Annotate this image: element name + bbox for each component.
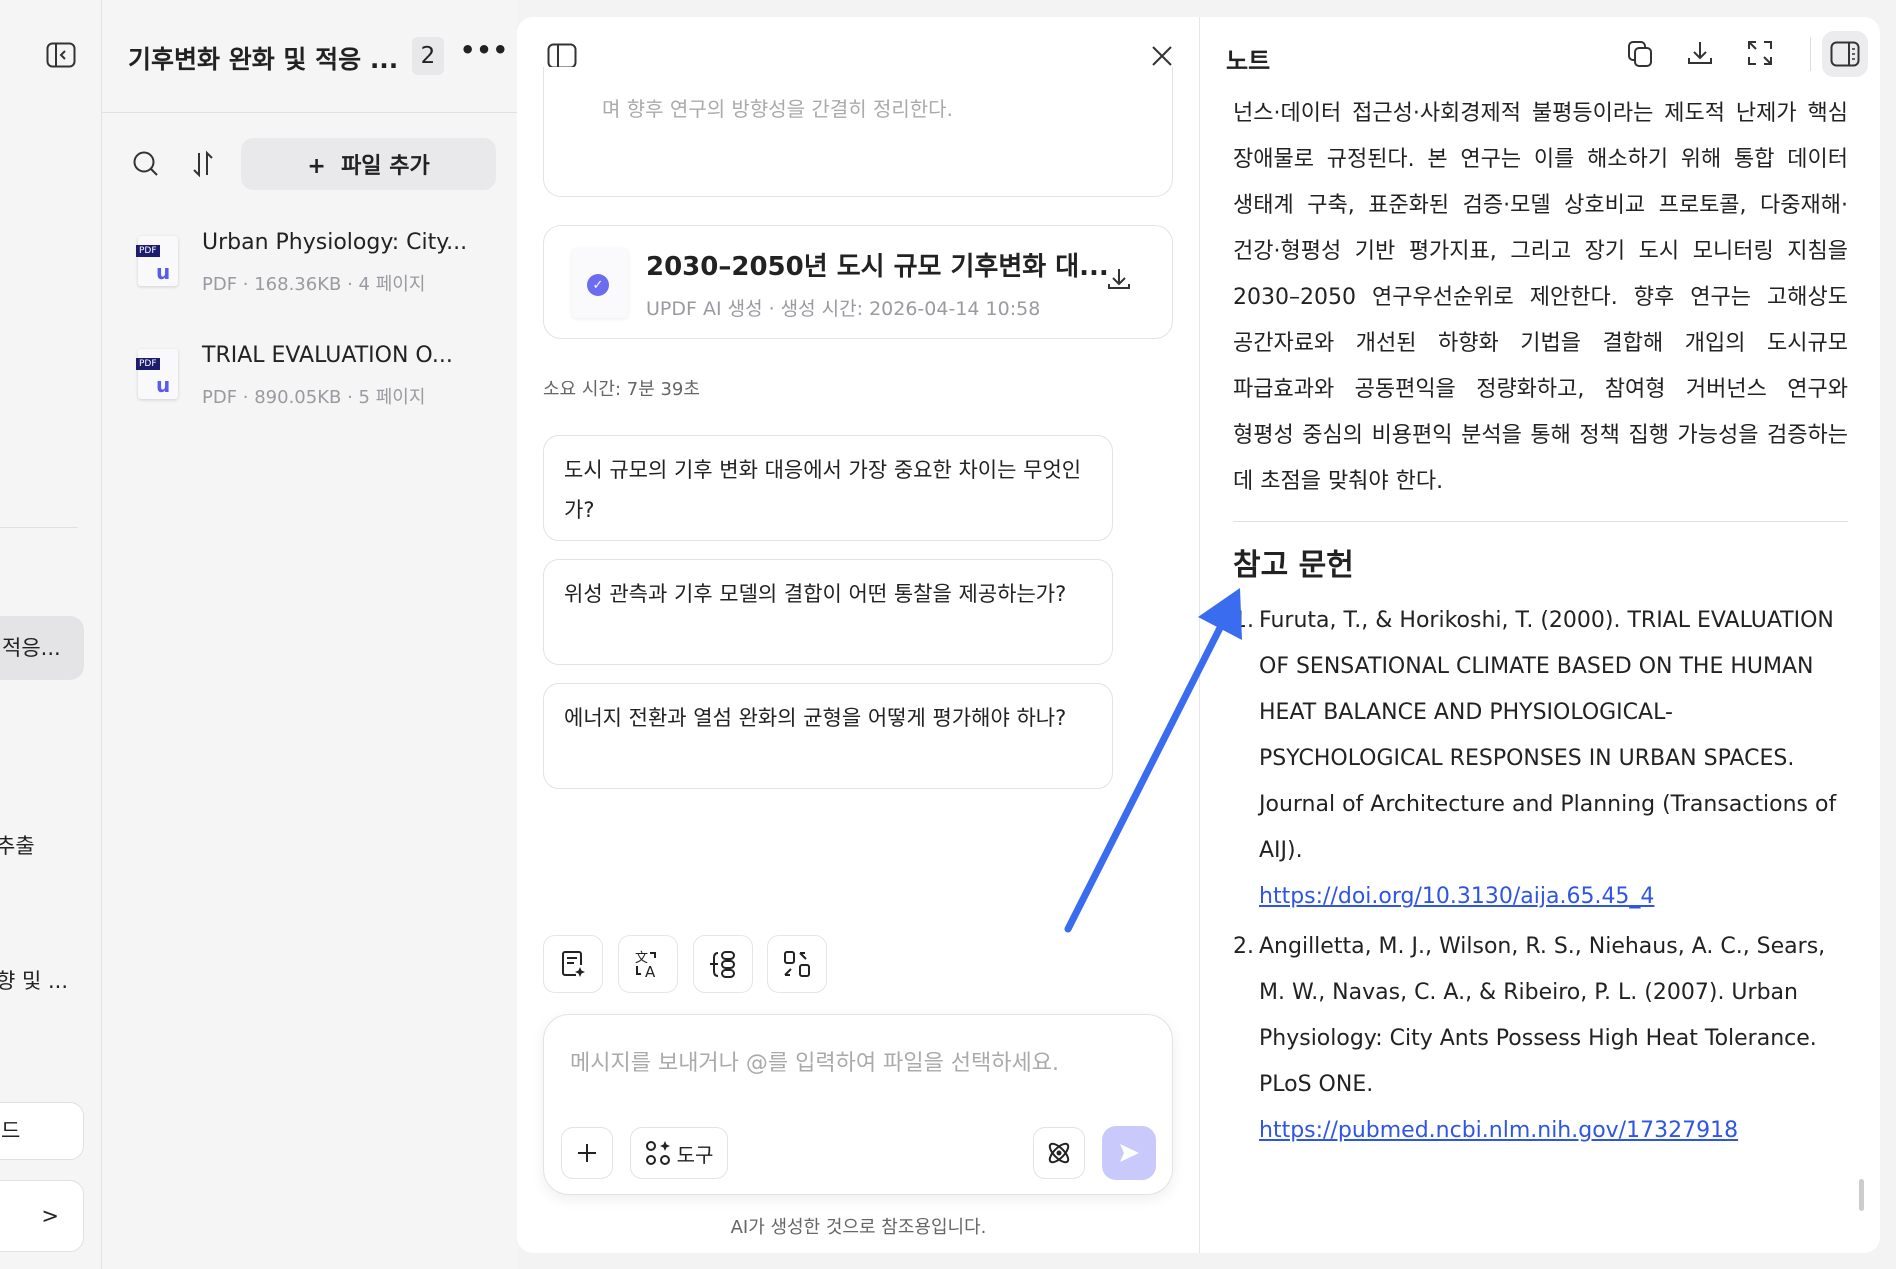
note-panel: 노트 넌스·데이터 접근성·사회경제적 불평등이라는 제도적 난제가 핵심 장애… [1200, 17, 1880, 1253]
deep-think-button[interactable] [1033, 1127, 1085, 1179]
search-icon[interactable] [132, 150, 160, 178]
tools-label: 도구 [676, 1142, 714, 1167]
copy-icon[interactable] [1626, 39, 1656, 69]
file-item[interactable]: PDF u Urban Physiology: City... PDF · 16… [136, 230, 467, 306]
compare-icon[interactable] [767, 935, 827, 993]
message-input[interactable]: 메시지를 보내거나 @를 입력하여 파일을 선택하세요. [570, 1045, 1059, 1077]
download-icon[interactable] [1686, 39, 1714, 67]
file-count-badge: 2 [412, 37, 444, 75]
suggested-question[interactable]: 에너지 전환과 열섬 완화의 균형을 어떻게 평가해야 하나? [543, 683, 1113, 789]
reference-link[interactable]: https://doi.org/10.3130/aija.65.45_4 [1259, 884, 1654, 909]
close-icon[interactable] [1151, 45, 1173, 67]
send-icon [1120, 1144, 1139, 1162]
note-body: 넌스·데이터 접근성·사회경제적 불평등이라는 제도적 난제가 핵심 장애물로 … [1233, 101, 1848, 494]
suggested-question[interactable]: 도시 규모의 기후 변화 대응에서 가장 중요한 차이는 무엇인가? [543, 435, 1113, 541]
collapse-sidebar-icon[interactable] [44, 40, 78, 70]
note-title: 노트 [1226, 47, 1271, 75]
toggle-panel-icon[interactable] [547, 43, 577, 69]
sidebar-item[interactable]: 향 및 ... [0, 965, 68, 995]
elapsed-time: 소요 시간: 7분 39초 [543, 379, 700, 400]
sidebar-item[interactable]: 추출 [0, 830, 35, 860]
reference-text: Angilletta, M. J., Wilson, R. S., Niehau… [1259, 934, 1826, 1097]
chat-title[interactable]: 기후변화 완화 및 적응 ... [128, 40, 398, 76]
attach-plus-button[interactable] [561, 1127, 613, 1179]
divider [1233, 521, 1848, 522]
disclaimer: AI가 생성한 것으로 참조용입니다. [730, 1217, 987, 1238]
reference-item: 1. Furuta, T., & Horikoshi, T. (2000). T… [1233, 598, 1848, 920]
svg-text:A: A [645, 963, 656, 979]
send-button[interactable] [1102, 1126, 1156, 1180]
file-meta: PDF · 168.36KB · 4 페이지 [202, 274, 426, 295]
divider [1810, 37, 1811, 71]
sort-icon[interactable] [190, 150, 216, 178]
ai-summary-icon[interactable] [543, 935, 603, 993]
reference-item: 2. Angilletta, M. J., Wilson, R. S., Nie… [1233, 924, 1848, 1154]
suggested-question[interactable]: 위성 관측과 기후 모델의 결합이 어떤 통찰을 제공하는가? [543, 559, 1113, 665]
atom-icon [1048, 1142, 1070, 1164]
generated-file-card[interactable]: ✓ 2030–2050년 도시 규모 기후변화 대... UPDF AI 생성 … [543, 225, 1173, 339]
generated-file-meta: UPDF AI 생성 · 생성 시간: 2026-04-14 10:58 [646, 298, 1041, 320]
document-check-icon: ✓ [572, 248, 628, 318]
sidebar-strip: 적응... 추출 향 및 ... 드 > [0, 0, 102, 1269]
file-name: TRIAL EVALUATION O... [202, 343, 453, 368]
chat-panel: 며 향후 연구의 방향성을 간결히 정리한다. ✓ 2030–2050년 도시 … [517, 17, 1200, 1253]
reference-text: Furuta, T., & Horikoshi, T. (2000). TRIA… [1259, 608, 1837, 863]
toggle-notes-sidebar-button[interactable] [1822, 31, 1868, 77]
file-item[interactable]: PDF u TRIAL EVALUATION O... PDF · 890.05… [136, 343, 453, 419]
sidebar-button[interactable]: 드 [0, 1102, 84, 1160]
add-file-button[interactable]: + 파일 추가 [241, 138, 496, 190]
more-options-icon[interactable]: ••• [460, 36, 509, 64]
divider [0, 527, 78, 528]
note-content: 넌스·데이터 접근성·사회경제적 불평등이라는 제도적 난제가 핵심 장애물로 … [1233, 91, 1848, 1231]
references-heading: 참고 문헌 [1233, 548, 1354, 583]
pdf-file-icon: PDF u [136, 349, 178, 399]
reference-link[interactable]: https://pubmed.ncbi.nlm.nih.gov/17327918 [1259, 1118, 1738, 1143]
message-text: 며 향후 연구의 방향성을 간결히 정리한다. [602, 97, 953, 121]
generated-file-title: 2030–2050년 도시 규모 기후변화 대... [646, 252, 1109, 282]
mindmap-icon[interactable] [693, 935, 753, 993]
sidebar-item-selected[interactable]: 적응... [0, 616, 84, 680]
expand-button[interactable]: > [0, 1180, 84, 1252]
scrollbar[interactable] [1859, 1179, 1864, 1211]
download-icon[interactable] [1106, 266, 1132, 292]
pdf-file-icon: PDF u [136, 236, 178, 286]
file-name: Urban Physiology: City... [202, 230, 468, 255]
previous-message-card: 며 향후 연구의 방향성을 간결히 정리한다. [543, 67, 1173, 197]
fullscreen-icon[interactable] [1746, 39, 1774, 67]
sidebar-right-icon [1830, 41, 1860, 67]
file-meta: PDF · 890.05KB · 5 페이지 [202, 387, 426, 408]
message-input-box[interactable]: 메시지를 보내거나 @를 입력하여 파일을 선택하세요. 도구 [543, 1014, 1173, 1195]
file-panel: 기후변화 완화 및 적응 ... 2 ••• + 파일 추가 PDF u Urb… [102, 0, 517, 1269]
divider [102, 112, 517, 113]
tools-button[interactable]: 도구 [630, 1127, 728, 1179]
tools-icon [645, 1141, 670, 1165]
translate-icon[interactable]: 文A [618, 935, 678, 993]
